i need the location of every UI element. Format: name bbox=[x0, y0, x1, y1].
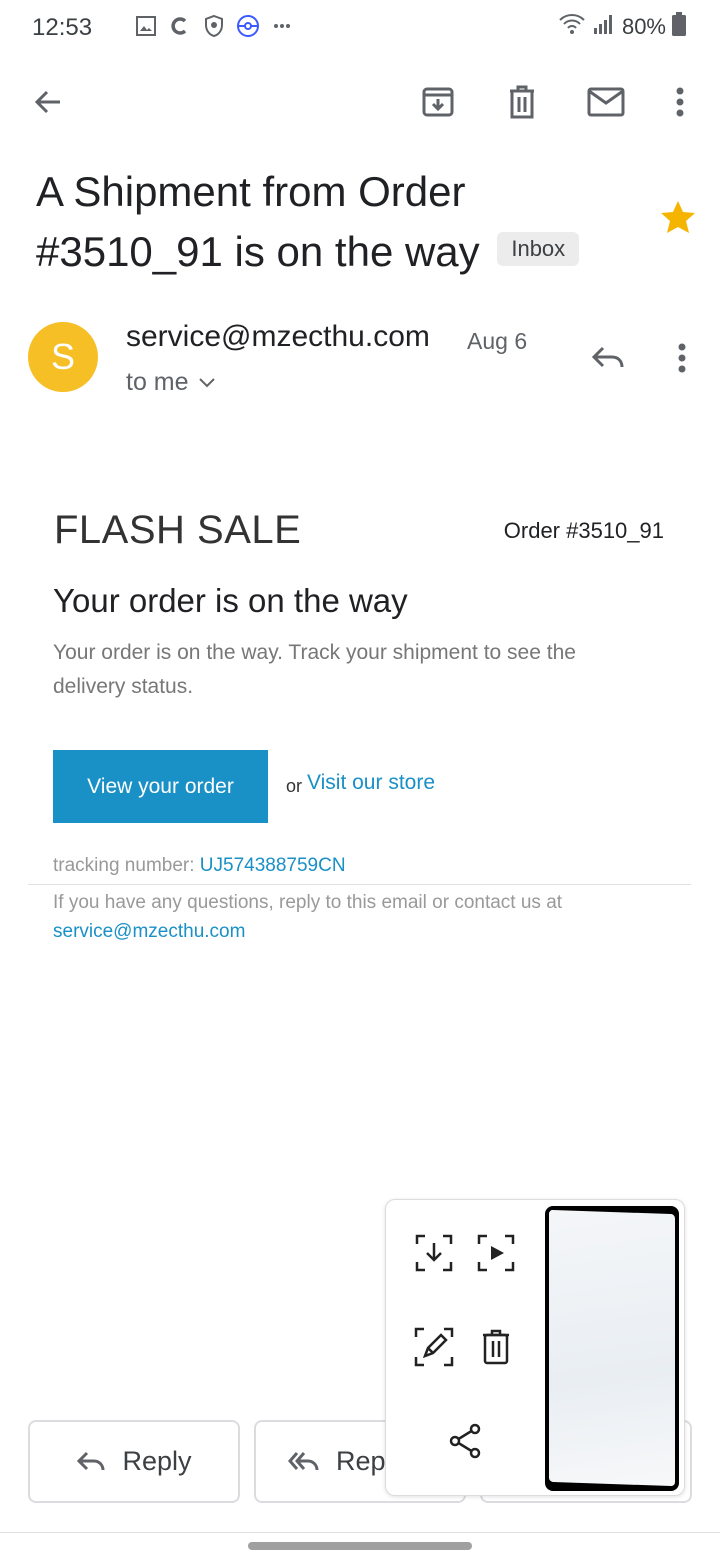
scroll-capture-icon bbox=[415, 1234, 453, 1272]
more-dots-icon bbox=[270, 12, 294, 40]
reply-icon bbox=[77, 1451, 105, 1470]
screenshot-thumbnail[interactable] bbox=[545, 1206, 679, 1491]
email-headline: Your order is on the way bbox=[53, 582, 408, 619]
back-arrow-icon bbox=[34, 90, 60, 114]
tracking-line: tracking number: UJ574388759CN bbox=[53, 855, 346, 877]
tracking-label: tracking number: bbox=[53, 855, 195, 876]
footer-contact: If you have any questions, reply to this… bbox=[53, 888, 653, 946]
home-gesture-bar[interactable] bbox=[248, 1542, 472, 1550]
footer-text: If you have any questions, reply to this… bbox=[53, 892, 563, 913]
archive-icon bbox=[422, 87, 454, 117]
mail-icon bbox=[587, 87, 625, 117]
system-status: 80% bbox=[558, 12, 686, 41]
body-divider bbox=[28, 884, 691, 885]
status-time: 12:53 bbox=[32, 14, 93, 41]
subject-text: A Shipment from Order #3510_91 is on the… bbox=[36, 168, 480, 275]
email-description: Your order is on the way. Track your shi… bbox=[53, 641, 576, 698]
record-icon bbox=[477, 1234, 515, 1272]
navigation-divider bbox=[0, 1532, 720, 1533]
email-date: Aug 6 bbox=[467, 328, 528, 354]
sender-address[interactable]: service@mzecthu.com bbox=[126, 320, 430, 354]
sender-avatar[interactable]: S bbox=[28, 322, 98, 392]
star-icon bbox=[661, 201, 695, 233]
visit-store-link[interactable]: Visit our store bbox=[307, 771, 435, 795]
pokeball-icon bbox=[236, 12, 260, 40]
battery-icon bbox=[672, 12, 686, 41]
gallery-icon bbox=[134, 12, 158, 40]
or-text: or bbox=[286, 776, 303, 796]
recipient-text: to me bbox=[126, 368, 189, 396]
more-vert-icon bbox=[678, 343, 686, 373]
archive-button[interactable] bbox=[414, 78, 462, 126]
email-subject: A Shipment from Order #3510_91 is on the… bbox=[36, 162, 636, 282]
delete-screenshot-button[interactable] bbox=[473, 1324, 519, 1370]
delete-button[interactable] bbox=[498, 78, 546, 126]
recipient-details[interactable]: to me bbox=[126, 368, 215, 397]
more-options-button[interactable] bbox=[656, 78, 704, 126]
reply-icon bbox=[591, 346, 624, 368]
screenshot-preview-image bbox=[549, 1209, 675, 1487]
screen-record-button[interactable] bbox=[473, 1230, 519, 1276]
chevron-down-icon bbox=[198, 377, 215, 387]
mark-unread-button[interactable] bbox=[582, 78, 630, 126]
share-icon bbox=[449, 1423, 481, 1459]
shield-icon bbox=[202, 12, 226, 40]
reply-label: Reply bbox=[122, 1446, 192, 1476]
message-more-button[interactable] bbox=[660, 336, 704, 380]
battery-percent: 80% bbox=[621, 13, 666, 39]
notification-icons bbox=[134, 12, 294, 40]
signal-icon bbox=[592, 12, 616, 41]
edit-screenshot-button[interactable] bbox=[411, 1324, 457, 1370]
c-app-icon bbox=[168, 12, 192, 40]
share-screenshot-button[interactable] bbox=[443, 1418, 489, 1464]
edit-icon bbox=[414, 1327, 454, 1367]
order-number: Order #3510_91 bbox=[503, 518, 664, 543]
trash-icon bbox=[510, 85, 534, 119]
tracking-number-link[interactable]: UJ574388759CN bbox=[200, 855, 346, 876]
email-toolbar bbox=[0, 70, 720, 134]
reply-all-icon bbox=[288, 1451, 319, 1470]
scroll-capture-button[interactable] bbox=[411, 1230, 457, 1276]
delete-icon bbox=[483, 1329, 509, 1365]
more-vert-icon bbox=[676, 87, 684, 117]
back-button[interactable] bbox=[24, 78, 72, 126]
star-button[interactable] bbox=[658, 198, 698, 238]
reply-all-label: Repl bbox=[336, 1446, 392, 1476]
store-brand: FLASH SALE bbox=[54, 508, 302, 552]
wifi-icon bbox=[558, 12, 586, 41]
inbox-label-chip[interactable]: Inbox bbox=[497, 231, 580, 266]
reply-button[interactable]: Reply bbox=[28, 1420, 240, 1503]
view-order-button[interactable]: View your order bbox=[53, 750, 268, 823]
status-bar: 12:53 80% bbox=[0, 0, 720, 56]
quick-reply-button[interactable] bbox=[586, 336, 630, 380]
screenshot-toolbar bbox=[385, 1199, 685, 1496]
footer-email-link[interactable]: service@mzecthu.com bbox=[53, 917, 653, 946]
